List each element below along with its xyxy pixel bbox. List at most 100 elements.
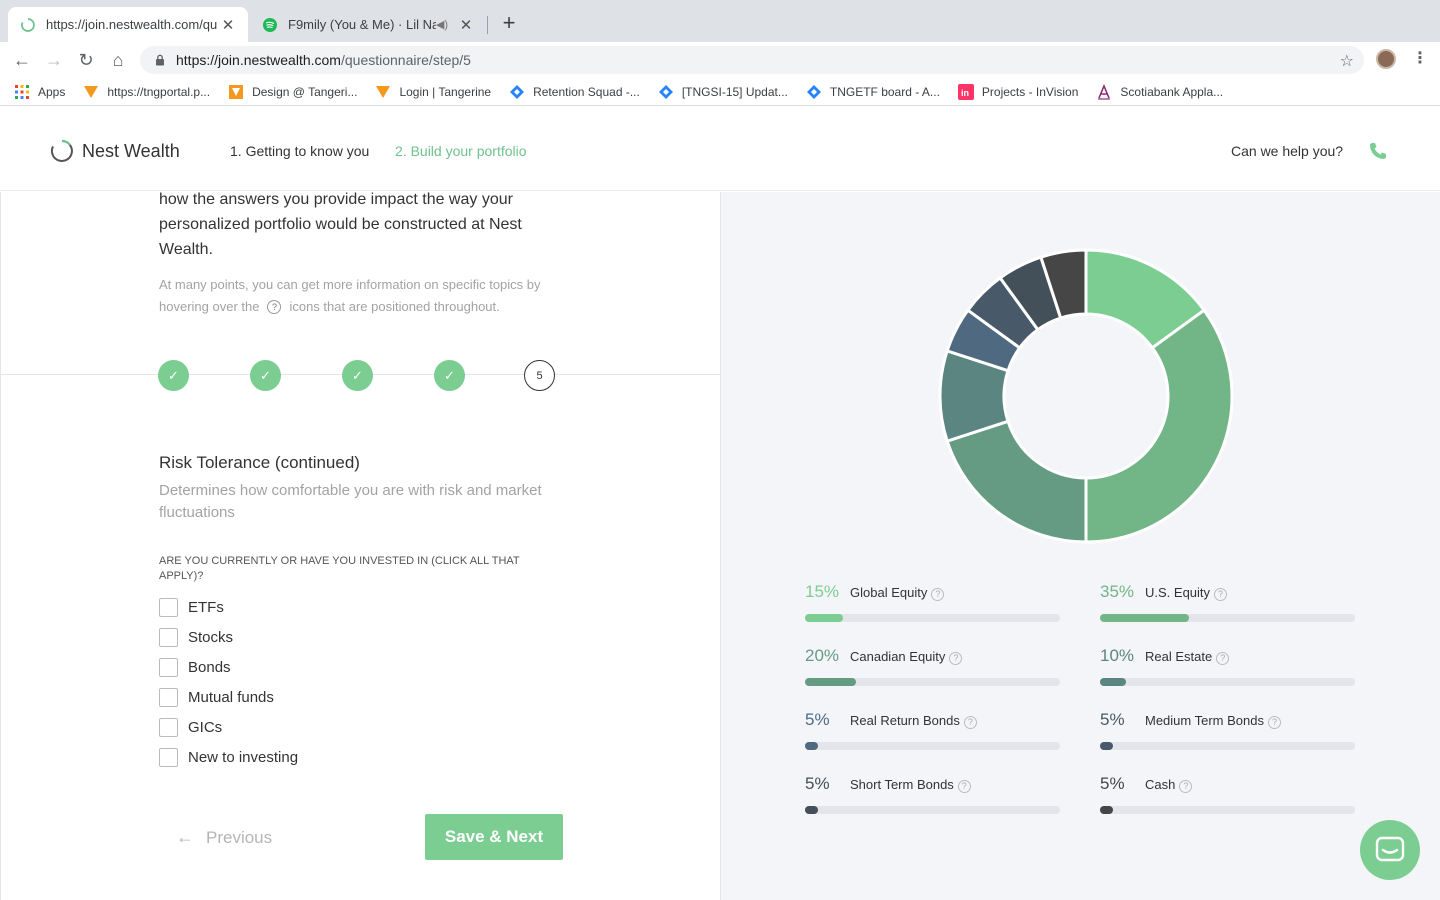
question-mark-icon[interactable]: ? <box>1214 588 1228 601</box>
allocation-real-return-bonds: 5% Real Return Bonds? <box>805 710 1060 750</box>
bookmark-tngsi-15[interactable]: [TNGSI-15] Updat... <box>658 84 788 100</box>
question-mark-icon[interactable]: ? <box>949 652 963 665</box>
bookmark-star-icon[interactable]: ☆ <box>1340 51 1354 71</box>
option-gics[interactable]: GICs <box>159 718 222 737</box>
donut-slice-canadian-equity[interactable] <box>945 419 1088 544</box>
allocation-cash: 5% Cash? <box>1100 774 1355 814</box>
bookmark-scotiabank[interactable]: Scotiabank Appla... <box>1096 83 1224 100</box>
jira-icon <box>806 84 821 99</box>
question-mark-icon[interactable]: ? <box>931 588 945 601</box>
close-tab-icon[interactable]: ✕ <box>458 16 474 34</box>
option-bonds[interactable]: Bonds <box>159 658 231 677</box>
checkbox[interactable] <box>159 688 178 707</box>
option-stocks[interactable]: Stocks <box>159 628 233 647</box>
section-title: Risk Tolerance (continued) <box>159 453 360 472</box>
option-etfs[interactable]: ETFs <box>159 598 224 617</box>
step-dot-1-complete: ✓ <box>158 360 189 391</box>
allocation-name: Short Term Bonds <box>850 777 954 792</box>
bookmark-label: [TNGSI-15] Updat... <box>681 84 788 99</box>
option-label: ETFs <box>188 599 224 616</box>
apps-grid-icon <box>15 84 29 99</box>
portfolio-preview-pane: 15% Global Equity? 35% U.S. Equity? 20% Can… <box>721 192 1440 900</box>
allocation-name: U.S. Equity <box>1145 585 1211 600</box>
browser-menu-icon[interactable]: ⋮ <box>1412 50 1428 68</box>
help-link[interactable]: Can we help you? <box>1231 143 1343 159</box>
option-label: GICs <box>188 719 223 736</box>
allocation-short-term-bonds: 5% Short Term Bonds? <box>805 774 1060 814</box>
browser-toolbar: ← → ↻ ⌂ https://join.nestwealth.com/ques… <box>0 42 1440 78</box>
checkbox[interactable] <box>159 598 178 617</box>
allocation-name: Global Equity <box>850 585 928 600</box>
bookmark-label: Retention Squad -... <box>533 84 640 99</box>
address-bar[interactable]: https://join.nestwealth.com/questionnair… <box>140 46 1364 74</box>
tangerine-icon <box>376 85 391 98</box>
bookmark-tngportal[interactable]: https://tngportal.p... <box>83 84 210 100</box>
option-new-to-investing[interactable]: New to investing <box>159 748 298 767</box>
bookmark-design-tangerine[interactable]: Design @ Tangeri... <box>228 84 357 100</box>
option-label: Mutual funds <box>188 689 274 706</box>
allocation-bar-track <box>805 614 1060 622</box>
check-icon: ✓ <box>444 367 455 383</box>
question-mark-icon[interactable]: ? <box>1216 652 1230 665</box>
jira-icon <box>658 84 673 99</box>
browser-tab-spotify[interactable]: F9mily (You & Me) · Lil Nas ◀) ✕ <box>250 7 486 42</box>
allocation-bar-fill <box>1100 742 1113 750</box>
question-mark-icon[interactable]: ? <box>1267 716 1281 729</box>
check-icon: ✓ <box>352 367 363 383</box>
bookmark-retention-squad[interactable]: Retention Squad -... <box>509 84 640 100</box>
bookmark-invision[interactable]: in Projects - InVision <box>957 83 1079 100</box>
phone-icon[interactable] <box>1368 141 1388 161</box>
allocation-percent: 20% <box>805 646 840 665</box>
previous-label: Previous <box>206 827 273 847</box>
bookmark-label: Projects - InVision <box>981 84 1079 99</box>
allocation-bar-track <box>805 678 1060 686</box>
speaker-icon[interactable]: ◀) <box>436 18 448 31</box>
back-icon[interactable]: ← <box>12 50 32 70</box>
bookmark-apps[interactable]: Apps <box>14 84 65 100</box>
donut-slice-u-s-equity[interactable] <box>1084 308 1234 544</box>
step-getting-to-know-you[interactable]: 1. Getting to know you <box>230 143 369 159</box>
checkbox[interactable] <box>159 628 178 647</box>
reload-icon[interactable]: ↻ <box>76 50 96 70</box>
close-tab-icon[interactable]: ✕ <box>220 16 236 34</box>
allocation-bar-fill <box>805 806 818 814</box>
bookmark-login-tangerine[interactable]: Login | Tangerine <box>375 84 491 100</box>
hint-text: At many points, you can get more informa… <box>159 274 579 318</box>
allocation-bar-fill <box>1100 614 1190 622</box>
allocation-bar-fill <box>1100 806 1113 814</box>
invision-icon: in <box>957 83 974 100</box>
allocation-us-equity: 35% U.S. Equity? <box>1100 582 1355 622</box>
step-number: 5 <box>536 369 543 382</box>
checkbox[interactable] <box>159 658 178 677</box>
allocation-bar-track <box>1100 678 1355 686</box>
question-mark-icon[interactable]: ? <box>957 780 971 793</box>
allocation-canadian-equity: 20% Canadian Equity? <box>805 646 1060 686</box>
step-build-portfolio[interactable]: 2. Build your portfolio <box>395 143 527 159</box>
allocation-bar-track <box>1100 614 1355 622</box>
forward-icon[interactable]: → <box>44 50 64 70</box>
question-label: ARE YOU CURRENTLY OR HAVE YOU INVESTED I… <box>159 555 520 582</box>
checkbox[interactable] <box>159 718 178 737</box>
allocation-name: Real Return Bonds <box>850 713 960 728</box>
allocation-bar-track <box>1100 806 1355 814</box>
bookmark-tngetf-board[interactable]: TNGETF board - A... <box>806 84 940 100</box>
home-icon[interactable]: ⌂ <box>108 50 128 70</box>
allocation-bar-track <box>1100 742 1355 750</box>
profile-avatar[interactable] <box>1376 49 1396 69</box>
site-header: Nest Wealth 1. Getting to know you 2. Bu… <box>0 111 1440 191</box>
bookmark-label: https://tngportal.p... <box>107 84 211 99</box>
new-tab-icon[interactable]: + <box>498 12 520 34</box>
save-next-button[interactable]: Save & Next <box>425 814 563 860</box>
checkbox[interactable] <box>159 748 178 767</box>
tangerine-icon <box>229 84 244 99</box>
brand-name: Nest Wealth <box>82 140 180 161</box>
question-mark-icon[interactable]: ? <box>1179 780 1193 793</box>
previous-button[interactable]: ← Previous <box>176 827 272 848</box>
option-mutual-funds[interactable]: Mutual funds <box>159 688 274 707</box>
bookmark-label: Scotiabank Appla... <box>1120 84 1224 99</box>
browser-tab-nestwealth[interactable]: https://join.nestwealth.com/qu ✕ <box>8 7 248 42</box>
browser-tab-strip: https://join.nestwealth.com/qu ✕ F9mily … <box>0 0 1440 42</box>
brand-logo[interactable]: Nest Wealth <box>50 139 180 163</box>
question-mark-icon[interactable]: ? <box>963 716 977 729</box>
chat-launcher-button[interactable] <box>1360 820 1420 880</box>
